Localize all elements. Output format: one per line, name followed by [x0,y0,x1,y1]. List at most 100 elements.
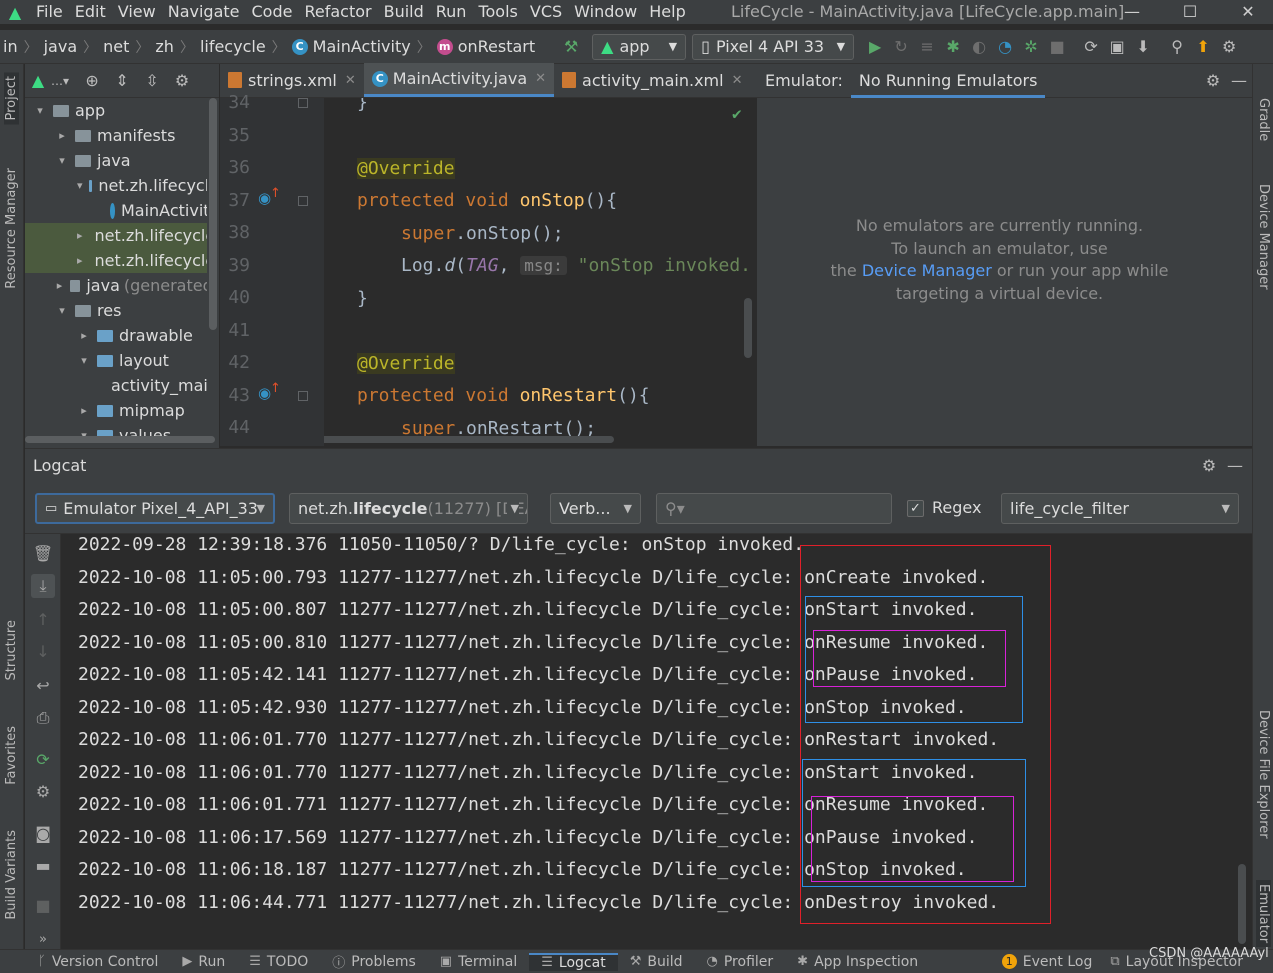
screenshot-camera-icon[interactable]: ◙ [31,822,55,846]
make-project-hammer-icon[interactable]: ⚒ [558,34,584,60]
close-tab-icon[interactable]: ✕ [345,73,356,88]
chevron-down-icon[interactable]: ▾ [77,179,83,192]
app-inspection-tab[interactable]: ✱ App Inspection [785,954,930,970]
breadcrumb-zh[interactable]: zh [152,37,177,56]
breadcrumb-net[interactable]: net [100,37,132,56]
android-view-icon[interactable]: ▲ [25,68,51,94]
build-variants-tool-tab[interactable]: Build Variants [4,830,19,920]
menu-edit[interactable]: Edit [69,0,112,24]
logcat-output[interactable]: 2022-09-28 12:39:18.376 11050-11050/? D/… [62,534,1252,949]
debug-bug-icon[interactable]: ✱ [940,34,966,60]
no-problems-check-icon[interactable]: ✔ [732,104,742,123]
project-tool-tab[interactable]: Project [4,72,19,125]
device-select[interactable]: ▭ Emulator Pixel_4_API_33 ▼ [35,493,275,524]
project-tree-item[interactable]: ▸net.zh.lifecycle(test) [25,248,219,273]
device-manager-link[interactable]: Device Manager [862,261,992,280]
version-control-tab[interactable]: ᚴ Version Control [0,954,170,970]
menu-code[interactable]: Code [246,0,299,24]
update-icon[interactable]: ⬆ [1190,34,1216,60]
run-config-select[interactable]: ▲ app ▼ [592,33,687,60]
emulator-tool-tab[interactable]: Emulator [1256,880,1271,948]
menu-help[interactable]: Help [643,0,691,24]
menu-window[interactable]: Window [568,0,643,24]
gradle-tool-tab[interactable]: Gradle [1256,98,1271,141]
project-tree-item[interactable]: ▾ res [25,298,219,323]
search-icon[interactable]: ⚲ [1164,34,1190,60]
problems-tab[interactable]: ⓘ Problems [320,952,428,972]
project-tree-item[interactable]: ▸ mipmap [25,398,219,423]
close-tab-icon[interactable]: ✕ [535,71,546,86]
project-tree-item[interactable]: activity_main.xml [25,373,219,398]
chevron-down-icon[interactable]: ▾ [55,154,69,167]
maximize-button[interactable]: ☐ [1170,0,1210,24]
fold-marker-icon[interactable] [298,391,308,401]
tab-activity-main-xml[interactable]: activity_main.xml ✕ [554,63,750,97]
emulator-settings-gear-icon[interactable]: ⚙ [1200,68,1226,94]
chevron-right-icon[interactable]: ▸ [77,329,91,342]
coverage-icon[interactable]: ◐ [966,34,992,60]
expand-all-icon[interactable]: ⇕ [109,68,135,94]
chevron-down-icon[interactable]: ▾ [77,354,91,367]
fold-marker-icon[interactable] [298,98,308,108]
hide-panel-icon[interactable]: — [1226,68,1252,94]
project-tree-item[interactable]: ▾ app [25,98,219,123]
chevron-down-icon[interactable]: ▾ [55,304,69,317]
print-icon[interactable]: ⎙ [31,706,55,730]
project-hscroll-thumb[interactable] [25,436,215,443]
tab-mainactivity-java[interactable]: C MainActivity.java ✕ [363,63,555,97]
tab-no-running-emulators[interactable]: No Running Emulators [850,64,1046,98]
breadcrumb-java[interactable]: java [41,37,81,56]
settings-gear-icon[interactable]: ⚙ [1216,34,1242,60]
minimize-button[interactable]: — [1112,0,1152,24]
menu-view[interactable]: View [112,0,162,24]
project-scrollbar[interactable] [207,98,219,446]
todo-tab[interactable]: ☰ TODO [237,954,320,970]
chevron-right-icon[interactable]: ▸ [77,229,83,242]
sdk-manager-icon[interactable]: ⬇ [1130,34,1156,60]
restart-logcat-icon[interactable]: ⟳ [31,748,55,772]
structure-tool-tab[interactable]: Structure [4,620,19,680]
logcat-settings-gear-icon[interactable]: ⚙ [1196,453,1222,479]
stop-record-icon[interactable]: ■ [31,894,55,918]
run-icon[interactable]: ▶ [862,34,888,60]
event-log-tab[interactable]: 1 Event Log [990,954,1099,970]
resource-manager-tool-tab[interactable]: Resource Manager [4,168,19,289]
down-arrow-icon[interactable]: ↓ [31,640,55,664]
menu-tools[interactable]: Tools [472,0,523,24]
attach-debugger-icon[interactable]: ✲ [1018,34,1044,60]
project-horizontal-scrollbar[interactable] [25,434,219,444]
project-tree-item[interactable]: ▾ java [25,148,219,173]
collapse-all-icon[interactable]: ⇳ [139,68,165,94]
device-manager-icon[interactable]: ▣ [1104,34,1130,60]
project-tree-item[interactable]: ▸ java (generated) [25,273,219,298]
panel-settings-gear-icon[interactable]: ⚙ [169,68,195,94]
fold-marker-icon[interactable] [298,196,308,206]
apply-code-changes-icon[interactable]: ≡ [914,34,940,60]
scroll-to-end-icon[interactable]: ⤓ [31,574,55,598]
process-select[interactable]: net.zh.lifecycle (11277) [DEAD] ▼ [289,493,528,524]
code-editor[interactable]: } @Override protected void onStop(){ sup… [324,98,757,446]
filter-config-select[interactable]: life_cycle_filter ▼ [1001,493,1239,524]
chevron-right-icon[interactable]: ▸ [55,279,64,292]
menu-run[interactable]: Run [430,0,473,24]
sync-gradle-icon[interactable]: ⟳ [1078,34,1104,60]
project-scrollbar-thumb[interactable] [209,98,217,330]
run-tab[interactable]: ▶ Run [170,954,237,970]
editor-hscroll-thumb[interactable] [324,436,614,443]
up-arrow-icon[interactable]: ↑ [31,608,55,632]
device-select[interactable]: ▯ Pixel 4 API 33 ▼ [692,33,855,60]
close-window-button[interactable]: ✕ [1228,0,1268,24]
favorites-tool-tab[interactable]: Favorites [4,726,19,785]
chevron-down-icon[interactable]: ▾ [33,104,47,117]
project-tree-item[interactable]: ▸net.zh.lifecycle(androidTest) [25,223,219,248]
menu-file[interactable]: File [30,0,69,24]
project-tree-item[interactable]: MainActivity [25,198,219,223]
project-tree-item[interactable]: ▸ manifests [25,123,219,148]
menu-vcs[interactable]: VCS [524,0,568,24]
profile-icon[interactable]: ◔ [992,34,1018,60]
menu-navigate[interactable]: Navigate [162,0,246,24]
stop-icon[interactable]: ■ [1044,34,1070,60]
breadcrumb-mainactivity[interactable]: C MainActivity [289,37,414,56]
menu-build[interactable]: Build [378,0,430,24]
logcat-scrollbar-thumb[interactable] [1238,864,1246,944]
